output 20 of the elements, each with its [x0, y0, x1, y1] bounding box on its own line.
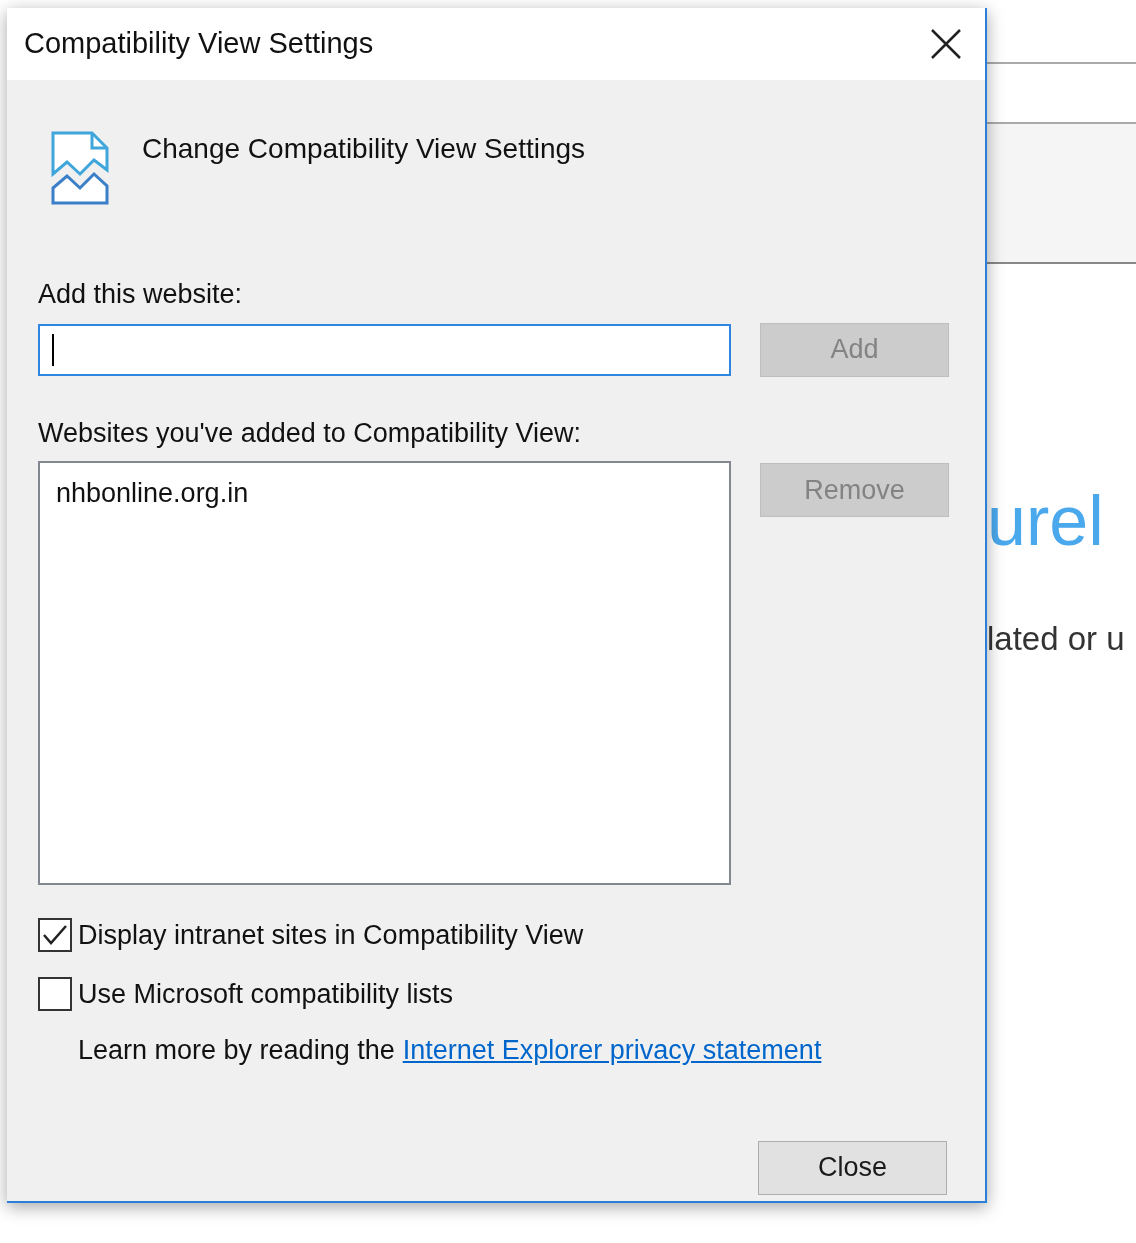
- checkbox[interactable]: [38, 976, 72, 1011]
- text-caret: [52, 333, 54, 366]
- page-heading-fragment: urel: [987, 486, 1105, 556]
- checkbox-label: Display intranet sites in Compatibility View: [78, 919, 584, 952]
- website-input-field[interactable]: [38, 323, 731, 376]
- close-button[interactable]: Close: [758, 1140, 947, 1195]
- broken-page-icon: [50, 130, 110, 206]
- window-title: Compatibility View Settings: [24, 26, 374, 62]
- checkbox-label: Use Microsoft compatibility lists: [78, 977, 454, 1011]
- list-item[interactable]: nhbonline.org.in: [40, 473, 729, 514]
- learn-more-text: Learn more by reading the: [78, 1034, 395, 1067]
- privacy-link[interactable]: Internet Explorer privacy statement: [402, 1030, 822, 1071]
- close-icon[interactable]: [929, 27, 963, 61]
- checkmark-icon: [42, 924, 68, 947]
- list-label: Websites you've added to Compatibility View:: [38, 416, 582, 450]
- field-label: Add this website:: [38, 278, 244, 311]
- websites-list[interactable]: nhbonline.org.in: [38, 461, 731, 885]
- header-text: Change Compatibility View Settings: [142, 132, 586, 166]
- page-text-fragment: lated or u: [987, 619, 1126, 659]
- checkbox[interactable]: [38, 918, 72, 953]
